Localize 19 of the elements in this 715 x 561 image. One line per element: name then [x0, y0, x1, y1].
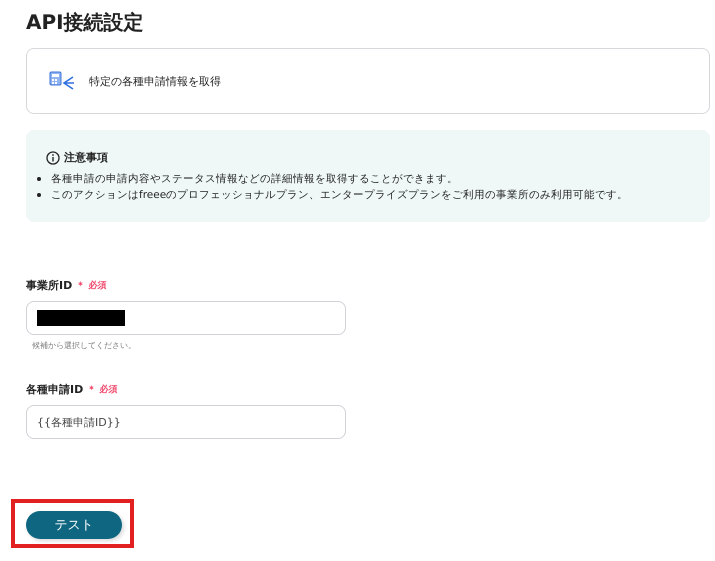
- action-card[interactable]: 特定の各種申請情報を取得: [26, 48, 710, 114]
- field-label: 事業所ID: [26, 278, 72, 292]
- test-button[interactable]: テスト: [26, 511, 122, 539]
- bullet-icon: [37, 193, 41, 197]
- notice-heading: 注意事項: [64, 150, 108, 165]
- input-field[interactable]: [26, 301, 346, 335]
- field-hint: 候補から選択してください。: [32, 340, 137, 351]
- required-label: ＊ 必須: [76, 279, 106, 292]
- required-label: ＊ 必須: [87, 383, 118, 396]
- field-value: {{各種申請ID}}: [37, 414, 121, 430]
- action-label: 特定の各種申請情報を取得: [89, 74, 221, 88]
- info-icon: [46, 150, 60, 164]
- field-label: 各種申請ID: [26, 382, 84, 396]
- bullet-icon: [37, 177, 41, 181]
- input-field[interactable]: {{各種申請ID}}: [26, 405, 346, 439]
- page-title: API接続設定: [26, 9, 145, 36]
- calculator-icon: [49, 70, 75, 92]
- notice-text: このアクションはfreeeのプロフェッショナルプラン、エンタープライズプランをご利用の事業所のみ利用可能です。: [51, 188, 628, 203]
- notice-text: 各種申請の申請内容やステータス情報などの詳細情報を取得することができます。: [51, 172, 458, 187]
